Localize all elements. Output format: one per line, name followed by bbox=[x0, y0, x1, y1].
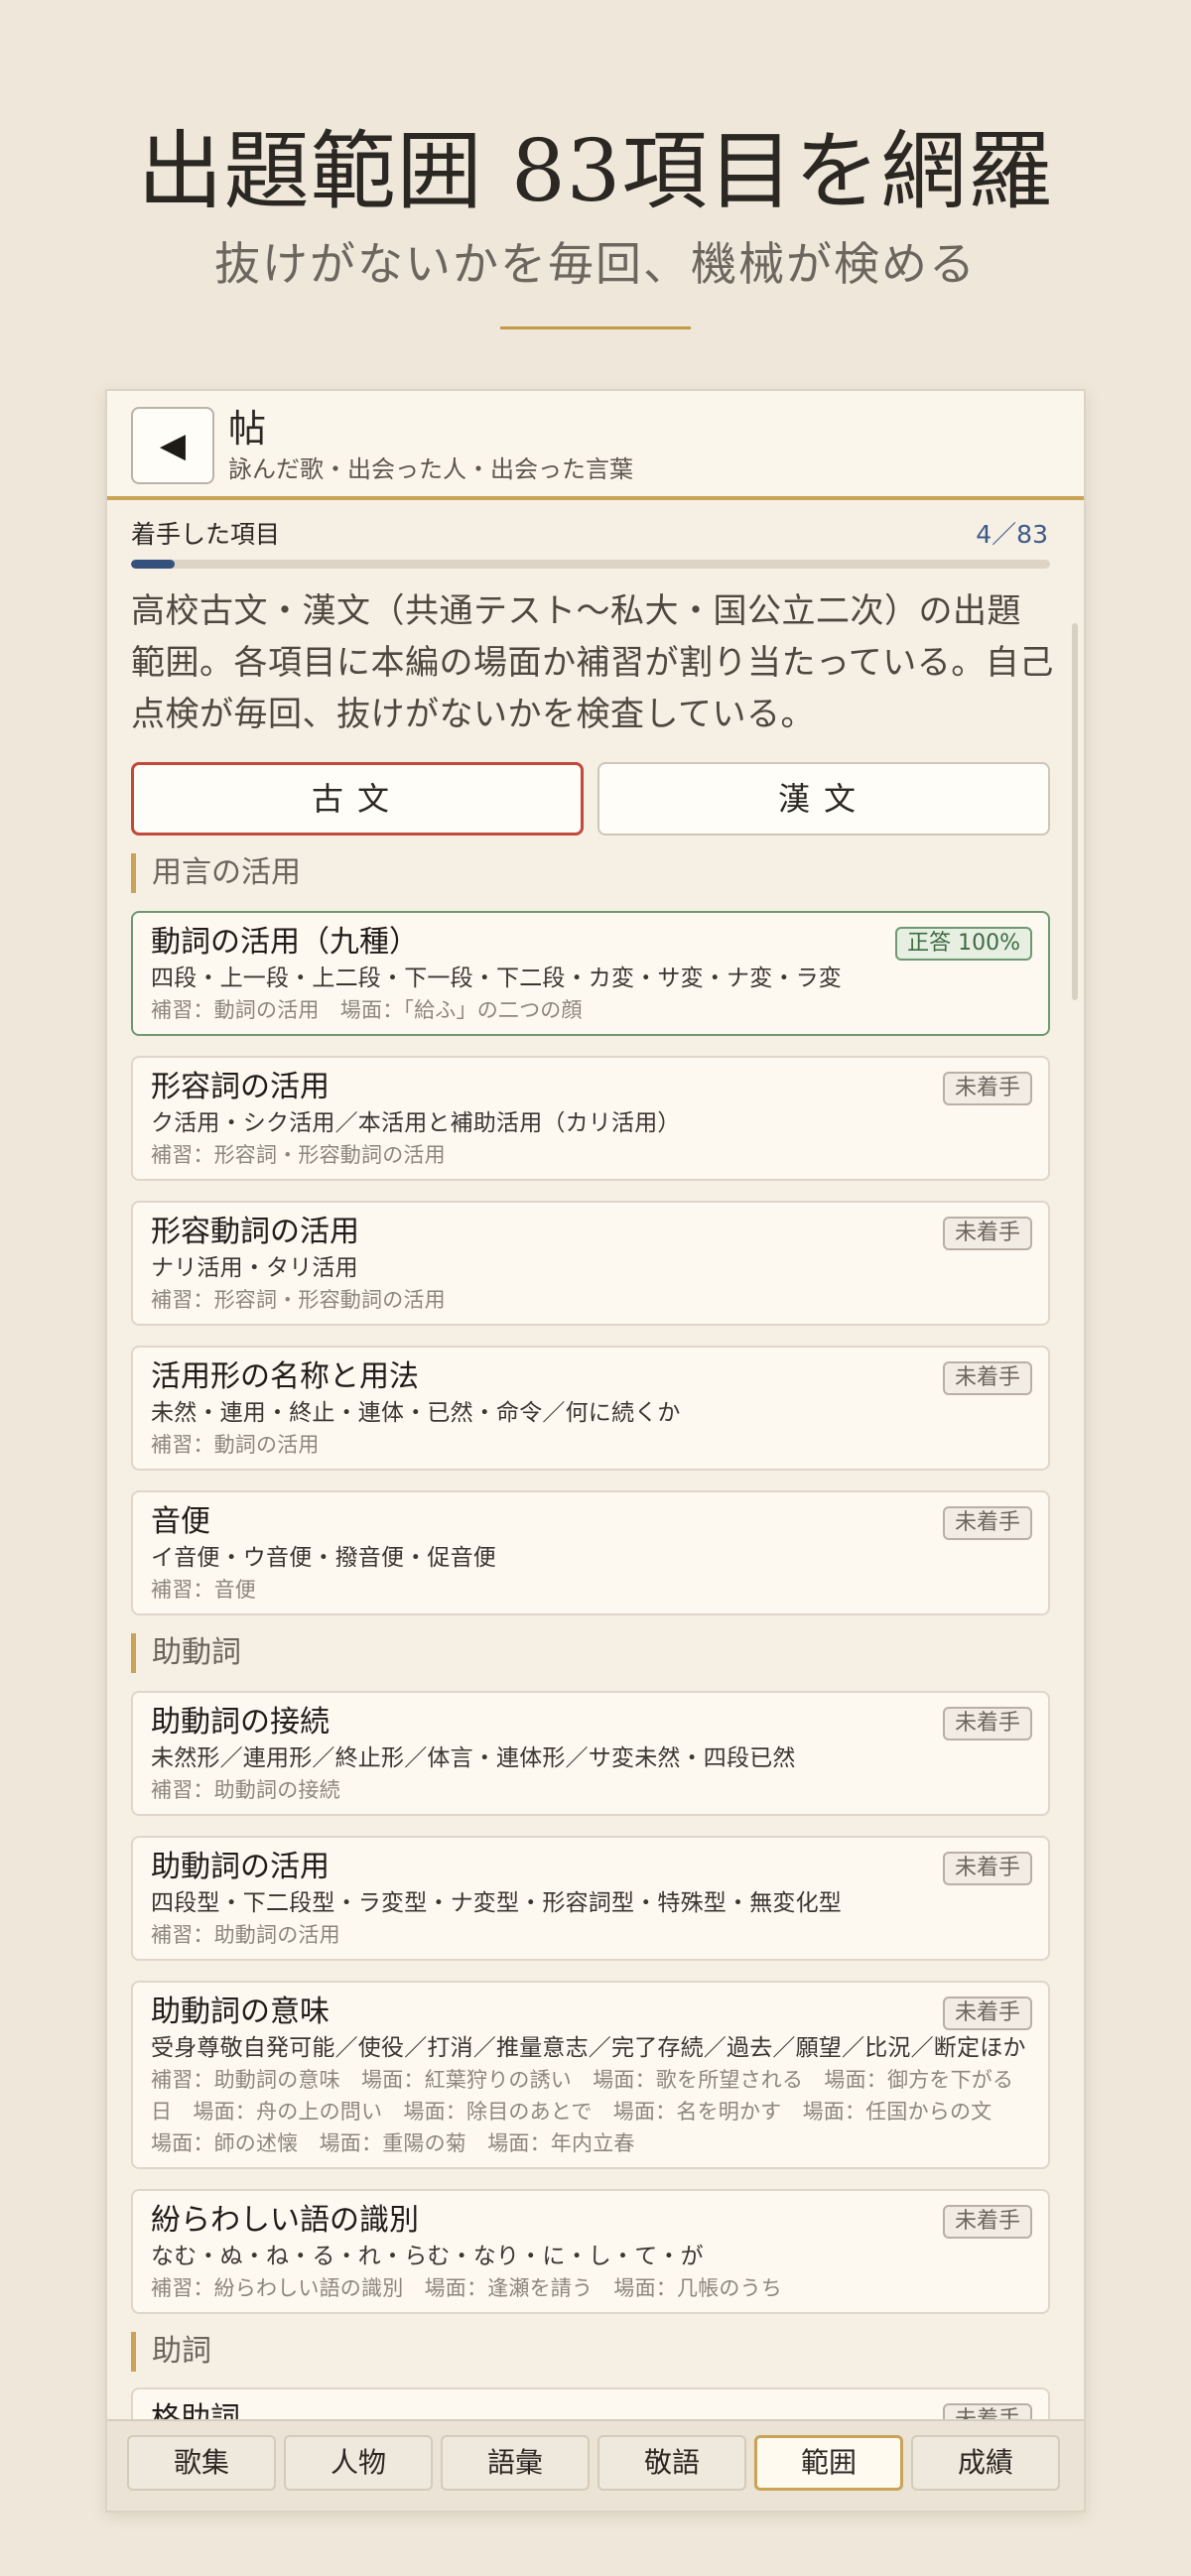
scroll-content[interactable]: 着手した項目 4／83 高校古文・漢文（共通テスト〜私大・国公立二次）の出題範囲… bbox=[107, 504, 1084, 2419]
item-note: 補習：動詞の活用 場面：「給ふ」の二つの顔 bbox=[151, 998, 583, 1022]
item-title: 格助詞 bbox=[151, 2401, 240, 2419]
back-arrow-icon: ◀ bbox=[159, 426, 187, 465]
status-badge: 未着手 bbox=[942, 1852, 1032, 1885]
progress-label: 着手した項目 bbox=[131, 520, 281, 549]
segment-kanbun[interactable]: 漢文 bbox=[597, 762, 1050, 836]
list-item[interactable]: 音便 イ音便・ウ音便・撥音便・促音便 補習：音便 未着手 bbox=[131, 1490, 1050, 1615]
tab-goi[interactable]: 語彙 bbox=[441, 2435, 590, 2491]
item-description: 未然形／連用形／終止形／体言・連体形／サ変未然・四段已然 bbox=[151, 1745, 796, 1771]
status-badge: 未着手 bbox=[942, 1217, 1032, 1250]
item-note: 補習：動詞の活用 bbox=[151, 1433, 320, 1457]
item-title: 形容動詞の活用 bbox=[151, 1215, 359, 1249]
item-note: 補習：助動詞の活用 bbox=[151, 1923, 340, 1947]
list-item[interactable]: 紛らわしい語の識別 なむ・ぬ・ね・る・れ・らむ・なり・に・し・て・が 補習：紛ら… bbox=[131, 2189, 1050, 2314]
item-title: 形容詞の活用 bbox=[151, 1070, 330, 1104]
page-title: 帖 bbox=[228, 407, 267, 451]
item-description: ナリ活用・タリ活用 bbox=[151, 1255, 358, 1281]
item-title: 紛らわしい語の識別 bbox=[151, 2203, 419, 2238]
list-item[interactable]: 形容動詞の活用 ナリ活用・タリ活用 補習：形容詞・形容動詞の活用 未着手 bbox=[131, 1201, 1050, 1326]
item-note: 補習：音便 bbox=[151, 1578, 256, 1602]
tab-kashu[interactable]: 歌集 bbox=[127, 2435, 276, 2491]
section-heading: 用言の活用 bbox=[131, 853, 301, 893]
status-badge: 正答 100% bbox=[895, 927, 1032, 961]
item-note: 補習：形容詞・形容動詞の活用 bbox=[151, 1143, 446, 1167]
item-title: 助動詞の活用 bbox=[151, 1850, 330, 1884]
item-title: 助動詞の意味 bbox=[151, 1995, 330, 2029]
app-window: ◀ 帖 詠んだ歌・出会った人・出会った言葉 着手した項目 4／83 高校古文・漢… bbox=[105, 389, 1086, 2512]
tab-hani[interactable]: 範囲 bbox=[754, 2435, 903, 2491]
status-badge: 未着手 bbox=[942, 1361, 1032, 1395]
back-button[interactable]: ◀ bbox=[131, 407, 214, 484]
item-description: ク活用・シク活用／本活用と補助活用（カリ活用） bbox=[151, 1110, 681, 1136]
item-title: 助動詞の接続 bbox=[151, 1705, 330, 1739]
tab-seiseki[interactable]: 成績 bbox=[911, 2435, 1060, 2491]
list-item[interactable]: 形容詞の活用 ク活用・シク活用／本活用と補助活用（カリ活用） 補習：形容詞・形容… bbox=[131, 1056, 1050, 1181]
progress-bar-fill bbox=[131, 560, 176, 569]
app-header: ◀ 帖 詠んだ歌・出会った人・出会った言葉 bbox=[107, 391, 1084, 500]
hero-divider bbox=[500, 326, 691, 329]
item-description: 四段型・下二段型・ラ変型・ナ変型・形容詞型・特殊型・無変化型 bbox=[151, 1890, 842, 1916]
item-note: 補習：紛らわしい語の識別 場面：逢瀬を請う 場面：几帳のうち bbox=[151, 2276, 782, 2300]
tab-jinbutsu[interactable]: 人物 bbox=[284, 2435, 433, 2491]
section-heading: 助動詞 bbox=[131, 1633, 241, 1673]
item-note: 補習：助動詞の接続 bbox=[151, 1778, 340, 1802]
intro-text: 高校古文・漢文（共通テスト〜私大・国公立二次）の出題範囲。各項目に本編の場面か補… bbox=[131, 591, 1054, 734]
hero-title: 出題範囲 83項目を網羅 bbox=[137, 122, 1054, 221]
item-description: 四段・上一段・上二段・下一段・下二段・カ変・サ変・ナ変・ラ変 bbox=[151, 966, 842, 991]
status-badge: 未着手 bbox=[942, 1707, 1032, 1740]
item-title: 音便 bbox=[151, 1504, 210, 1539]
item-note: 補習：形容詞・形容動詞の活用 bbox=[151, 1288, 446, 1312]
hero: 出題範囲 83項目を網羅 抜けがないかを毎回、機械が検める bbox=[0, 0, 1191, 377]
status-badge: 未着手 bbox=[942, 1506, 1032, 1540]
list-item[interactable]: 助動詞の意味 受身尊敬自発可能／使役／打消／推量意志／完了存続／過去／願望／比況… bbox=[131, 1981, 1050, 2169]
item-description: イ音便・ウ音便・撥音便・促音便 bbox=[151, 1545, 496, 1571]
item-note: 補習：助動詞の意味 場面：紅葉狩りの誘い 場面：歌を所望される 場面：御方を下が… bbox=[151, 2068, 1014, 2155]
progress-count: 4／83 bbox=[976, 520, 1048, 549]
status-badge: 未着手 bbox=[942, 2403, 1032, 2419]
list-item[interactable]: 活用形の名称と用法 未然・連用・終止・連体・已然・命令／何に続くか 補習：動詞の… bbox=[131, 1346, 1050, 1471]
list-item[interactable]: 助動詞の接続 未然形／連用形／終止形／体言・連体形／サ変未然・四段已然 補習：助… bbox=[131, 1691, 1050, 1816]
item-description: 未然・連用・終止・連体・已然・命令／何に続くか bbox=[151, 1400, 681, 1426]
segment-kobun[interactable]: 古文 bbox=[131, 762, 584, 836]
scrollbar[interactable] bbox=[1072, 623, 1078, 1000]
item-description: なむ・ぬ・ね・る・れ・らむ・なり・に・し・て・が bbox=[151, 2244, 704, 2269]
status-badge: 未着手 bbox=[942, 1996, 1032, 2030]
list-item[interactable]: 動詞の活用（九種） 四段・上一段・上二段・下一段・下二段・カ変・サ変・ナ変・ラ変… bbox=[131, 911, 1050, 1036]
item-description: 受身尊敬自発可能／使役／打消／推量意志／完了存続／過去／願望／比況／断定ほか bbox=[151, 2035, 1026, 2061]
item-title: 活用形の名称と用法 bbox=[151, 1359, 419, 1394]
status-badge: 未着手 bbox=[942, 1072, 1032, 1105]
page-subtitle: 詠んだ歌・出会った人・出会った言葉 bbox=[228, 455, 633, 483]
section-heading: 助詞 bbox=[131, 2332, 211, 2372]
list-item[interactable]: 格助詞 未着手 bbox=[131, 2387, 1050, 2419]
progress-bar bbox=[131, 560, 1050, 569]
hero-subtitle: 抜けがないかを毎回、機械が検める bbox=[214, 237, 977, 291]
bottom-tab-bar: 歌集 人物 語彙 敬語 範囲 成績 bbox=[107, 2419, 1084, 2511]
status-badge: 未着手 bbox=[942, 2205, 1032, 2239]
list-item[interactable]: 助動詞の活用 四段型・下二段型・ラ変型・ナ変型・形容詞型・特殊型・無変化型 補習… bbox=[131, 1836, 1050, 1961]
tab-keigo[interactable]: 敬語 bbox=[597, 2435, 746, 2491]
